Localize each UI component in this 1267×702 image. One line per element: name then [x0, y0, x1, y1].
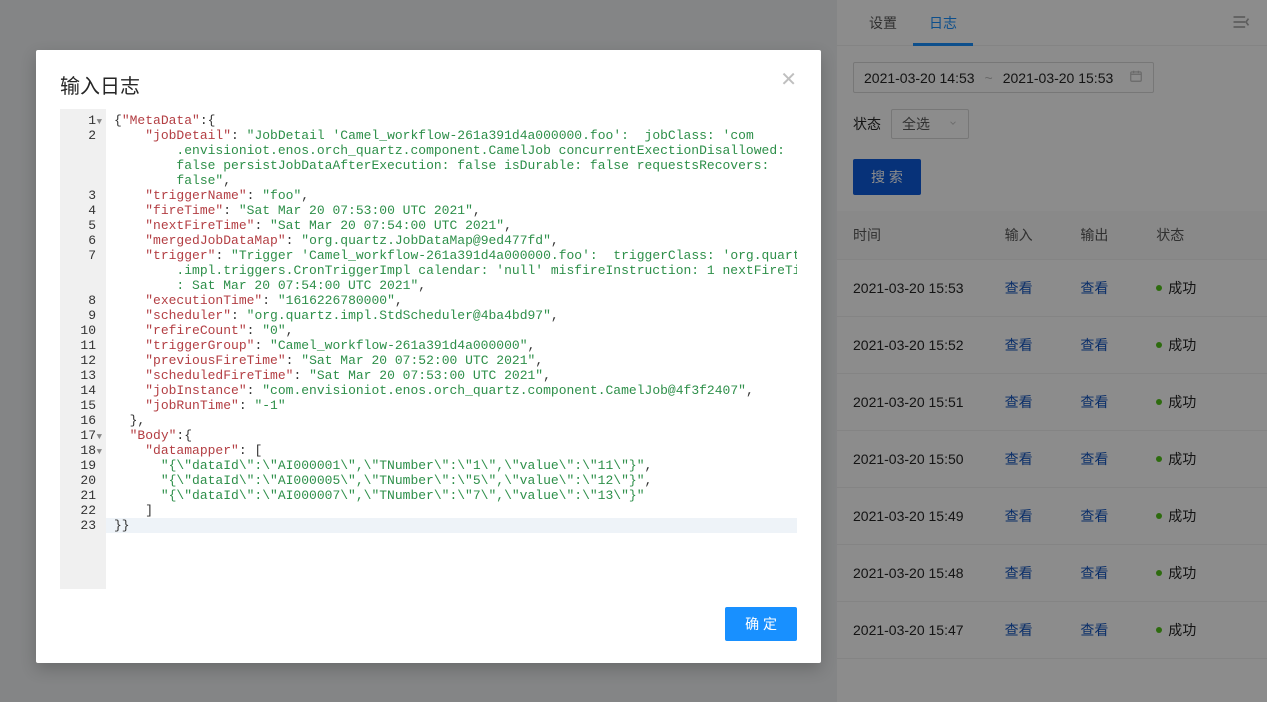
modal-title: 输入日志 — [60, 70, 140, 99]
input-log-modal: 输入日志 ✕ 1▼234567891011121314151617▼18▼192… — [36, 50, 821, 663]
ok-button[interactable]: 确 定 — [725, 607, 797, 641]
close-icon[interactable]: ✕ — [780, 70, 797, 90]
code-editor[interactable]: 1▼234567891011121314151617▼18▼1920212223… — [36, 109, 797, 589]
line-gutter: 1▼234567891011121314151617▼18▼1920212223 — [60, 109, 106, 589]
code-content: {"MetaData":{ "jobDetail": "JobDetail 'C… — [106, 109, 797, 589]
